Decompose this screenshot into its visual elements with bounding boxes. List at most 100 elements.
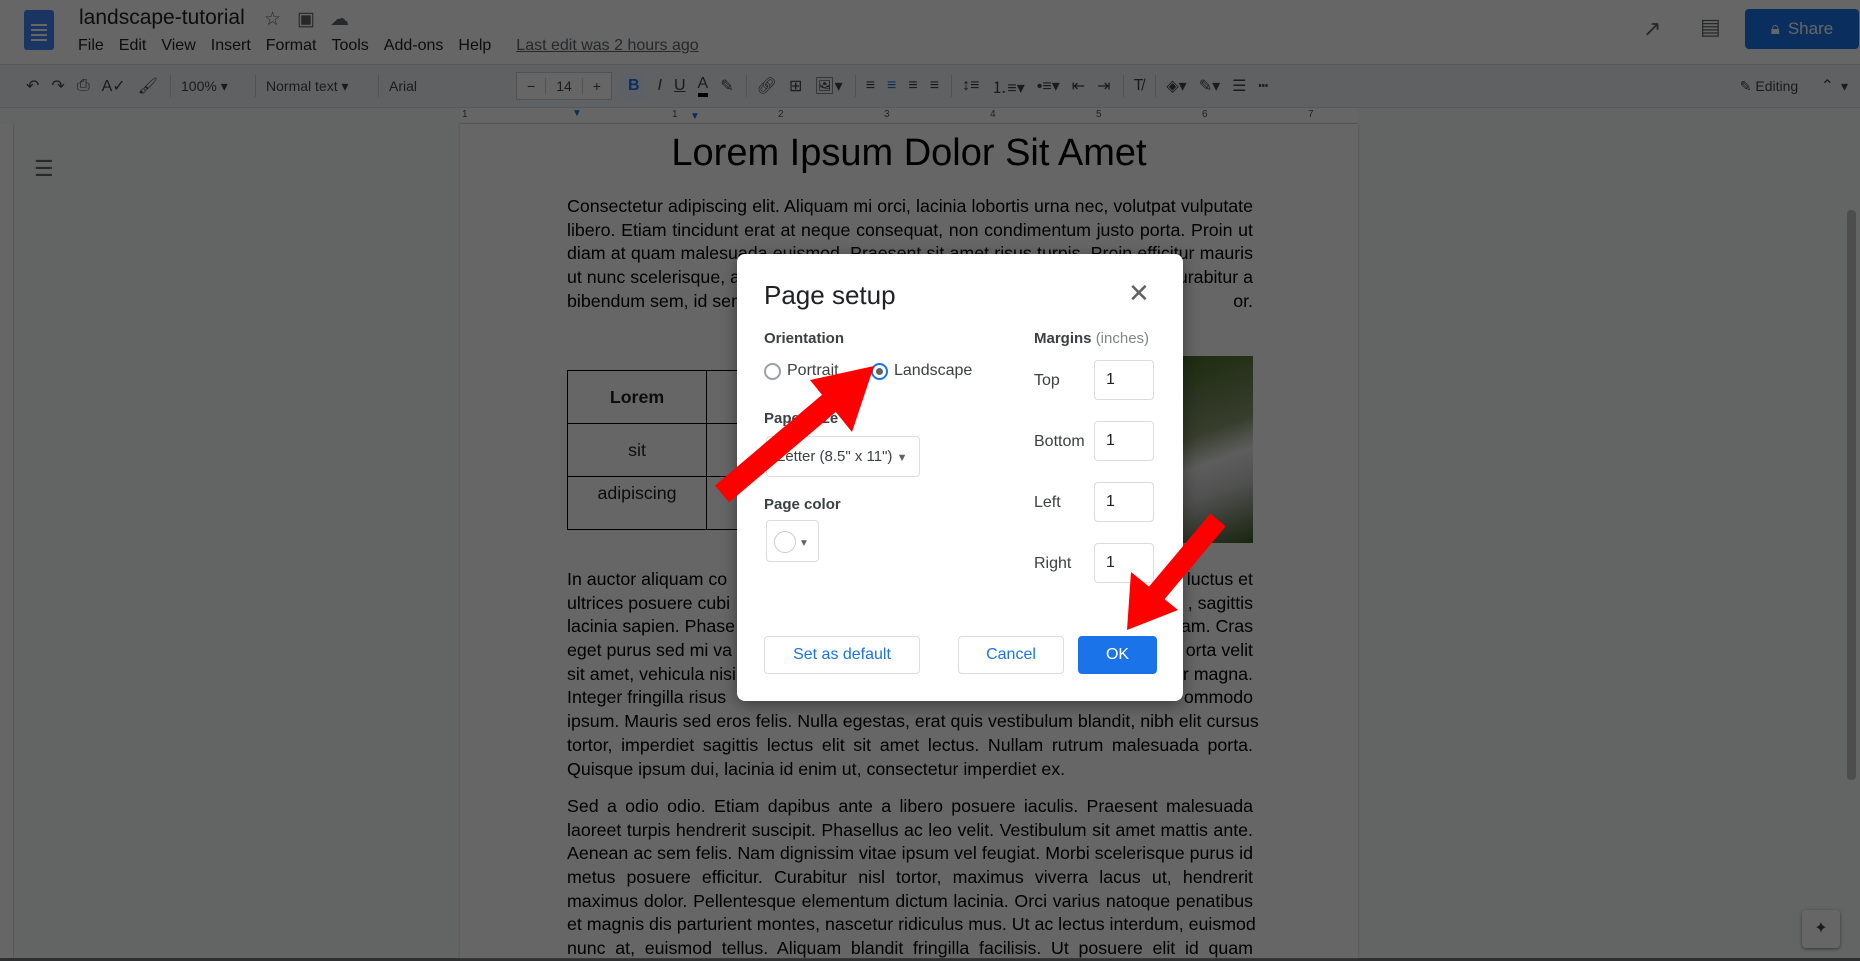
bulleted-list-icon[interactable]: •≡▾ [1037, 76, 1060, 96]
document-title[interactable]: landscape-tutorial [79, 6, 245, 30]
move-folder-icon[interactable]: ▣ [297, 8, 315, 31]
cloud-saved-icon[interactable]: ☁ [330, 8, 349, 31]
menu-edit[interactable]: Edit [119, 37, 147, 55]
font-select[interactable]: Arial [389, 78, 504, 94]
last-edit-link[interactable]: Last edit was 2 hours ago [516, 37, 698, 55]
left-indent-marker-icon[interactable]: ▼ [572, 108, 582, 119]
margin-top-input[interactable]: 1 [1094, 360, 1154, 400]
docs-logo-icon[interactable] [24, 10, 54, 50]
cancel-button[interactable]: Cancel [958, 636, 1064, 674]
text-color-button[interactable]: A [697, 75, 709, 97]
text-fragment: sit amet, vehicula nisi [567, 663, 736, 684]
paint-format-icon[interactable]: 🖌︎ [138, 76, 158, 96]
text-fragment: orta velit [1185, 640, 1253, 661]
table-cell[interactable]: adipiscing [567, 476, 707, 530]
share-button[interactable]: 🔒︎ Share [1745, 9, 1859, 49]
chevron-down-icon: ▼ [896, 452, 908, 464]
paper-size-select[interactable]: Letter (8.5" x 11") ▼ [766, 436, 920, 477]
vertical-ruler[interactable] [0, 124, 14, 958]
font-size-stepper: − 14 + [516, 72, 612, 100]
fill-color-icon[interactable]: ◈▾ [1166, 76, 1186, 96]
text-fragment: lacinia sapien. Phase [567, 616, 736, 637]
page-setup-dialog: Page setup ✕ Orientation Portrait Landsc… [737, 254, 1183, 701]
orientation-label: Orientation [764, 330, 845, 347]
close-icon[interactable]: ✕ [1128, 278, 1150, 309]
radio-landscape[interactable] [871, 362, 888, 380]
bold-button[interactable]: B [621, 73, 646, 99]
zoom-select[interactable]: 100% ▾ [181, 78, 243, 95]
margin-right-input[interactable]: 1 [1094, 543, 1154, 583]
kitten-image[interactable] [1181, 356, 1253, 543]
menu-view[interactable]: View [161, 37, 195, 55]
text-fragment: r magna. [1182, 663, 1253, 684]
spellcheck-icon[interactable]: A✓ [102, 76, 126, 96]
paper-size-value: Letter (8.5" x 11") [777, 448, 893, 465]
undo-icon[interactable]: ↶ [26, 76, 39, 96]
font-size-input[interactable]: 14 [545, 78, 583, 94]
increase-indent-icon[interactable]: ⇥ [1097, 76, 1110, 96]
scrollbar-thumb[interactable] [1847, 210, 1856, 780]
font-value: Arial [389, 78, 418, 94]
increase-font-size-button[interactable]: + [583, 78, 611, 94]
add-comment-icon[interactable]: ⊞ [789, 76, 802, 96]
horizontal-ruler[interactable]: 1 ▼ 1 ▼ 2 3 4 5 6 7 [460, 108, 1358, 124]
italic-button[interactable]: I [658, 77, 662, 95]
decrease-font-size-button[interactable]: − [517, 78, 545, 94]
border-color-icon[interactable]: ✎▾ [1199, 76, 1220, 96]
menu-bar: File Edit View Insert Format Tools Add-o… [78, 37, 714, 55]
explore-button[interactable]: ✦ [1802, 910, 1840, 948]
star-icon[interactable]: ☆ [264, 8, 281, 31]
insert-image-icon[interactable]: 🖼︎▾ [814, 76, 842, 96]
align-right-icon[interactable]: ≡ [908, 77, 917, 95]
decrease-indent-icon[interactable]: ⇤ [1072, 76, 1085, 96]
justify-icon[interactable]: ≡ [930, 77, 939, 95]
margin-right-label: Right [1034, 555, 1072, 572]
menu-addons[interactable]: Add-ons [384, 37, 444, 55]
text-line: et magnis dis parturient montes, nascetu… [567, 914, 1256, 935]
right-indent-marker-icon[interactable]: ▼ [690, 111, 700, 122]
text-line: libero. Etiam tincidunt erat at neque co… [567, 219, 1253, 240]
collapse-toolbar-icon[interactable]: ⌃ [1821, 76, 1834, 96]
border-width-icon[interactable]: ☰ [1232, 76, 1246, 96]
app-header: landscape-tutorial ☆ ▣ ☁ File Edit View … [0, 0, 1860, 64]
toolbar: ↶ ↷ ⎙ A✓ 🖌︎ 100% ▾ Normal text ▾ Arial −… [0, 64, 1860, 108]
set-as-default-button[interactable]: Set as default [764, 636, 920, 674]
color-swatch [774, 531, 796, 553]
link-icon[interactable]: 🔗︎ [757, 76, 777, 96]
redo-icon[interactable]: ↷ [51, 76, 64, 96]
underline-button[interactable]: U [674, 77, 686, 95]
landscape-radio[interactable]: Landscape [871, 362, 972, 380]
portrait-radio[interactable]: Portrait [764, 362, 839, 380]
margin-bottom-input[interactable]: 1 [1094, 421, 1154, 461]
border-dash-icon[interactable]: ┅ [1258, 76, 1268, 96]
menu-insert[interactable]: Insert [211, 37, 251, 55]
text-fragment: eget purus sed mi va [567, 640, 733, 661]
radio-portrait[interactable] [764, 362, 781, 380]
portrait-label: Portrait [787, 362, 839, 379]
print-icon[interactable]: ⎙ [77, 77, 90, 95]
text-fragment: Integer fringilla risus [567, 687, 727, 708]
ok-button[interactable]: OK [1078, 636, 1157, 674]
page-color-button[interactable]: ▼ [766, 520, 819, 562]
numbered-list-icon[interactable]: ⒈≡▾ [991, 74, 1024, 98]
menu-format[interactable]: Format [266, 37, 317, 55]
align-center-icon[interactable]: ≡ [887, 77, 896, 95]
text-fragment: , sagittis [1187, 592, 1253, 613]
activity-trend-icon[interactable]: ↗ [1643, 16, 1661, 42]
menu-help[interactable]: Help [458, 37, 491, 55]
line-spacing-icon[interactable]: ↕≡ [962, 77, 979, 95]
style-select[interactable]: Normal text ▾ [266, 78, 366, 95]
table-cell[interactable]: sit [567, 423, 707, 477]
clear-formatting-icon[interactable]: T̸ [1134, 77, 1144, 95]
menu-file[interactable]: File [78, 37, 104, 55]
comments-icon[interactable]: ▤ [1700, 14, 1721, 40]
document-outline-icon[interactable]: ☰ [34, 156, 54, 182]
align-left-icon[interactable]: ≡ [866, 77, 875, 95]
highlight-icon[interactable]: ✎ [720, 76, 733, 96]
text-fragment: ut nunc scelerisque, a [567, 267, 740, 288]
menu-tools[interactable]: Tools [331, 37, 368, 55]
margin-left-input[interactable]: 1 [1094, 482, 1154, 522]
table-cell[interactable]: Lorem [567, 370, 707, 424]
margins-label: Margins [1034, 330, 1092, 347]
text-fragment: ultrices posuere cubi [567, 592, 731, 613]
